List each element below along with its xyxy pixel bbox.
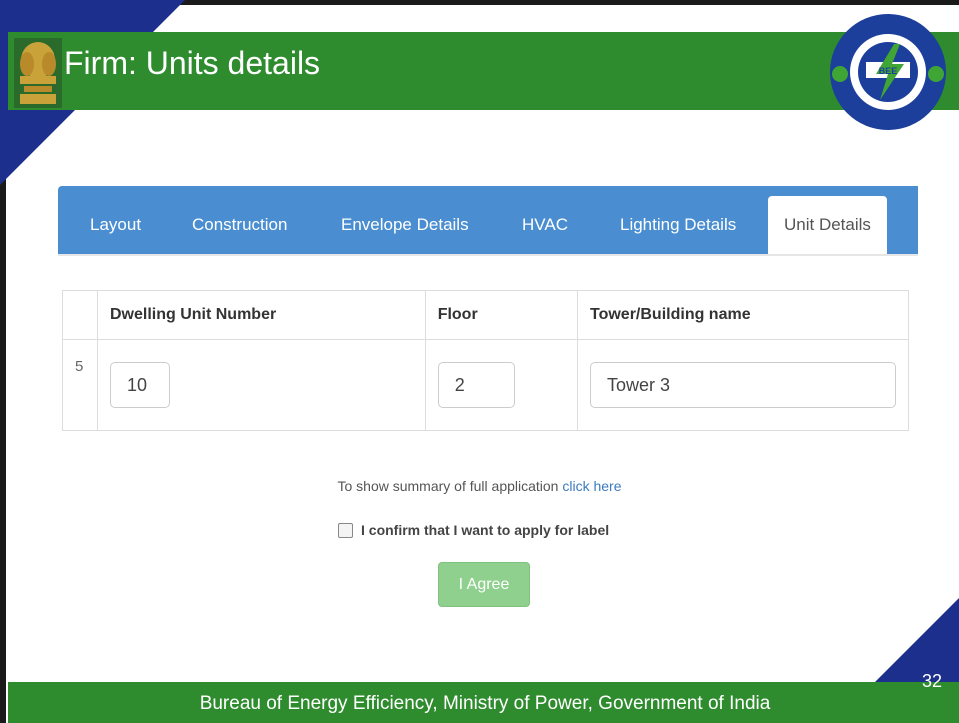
tab-unit-details[interactable]: Unit Details — [768, 196, 887, 254]
confirm-label: I confirm that I want to apply for label — [361, 522, 610, 538]
slide-footer-text: Bureau of Energy Efficiency, Ministry of… — [199, 693, 771, 714]
dwelling-unit-number-input[interactable] — [109, 362, 170, 408]
summary-text: To show summary of full application — [337, 478, 559, 494]
slide-title: Firm: Units details — [64, 45, 321, 81]
tower-building-name-input[interactable] — [590, 362, 896, 408]
floor-cell — [424, 339, 579, 431]
summary-line: To show summary of full application clic… — [0, 478, 959, 494]
dwelling-unit-cell — [96, 339, 426, 431]
table-row: 5 — [62, 339, 909, 431]
tab-envelope-details[interactable]: Envelope Details — [325, 196, 485, 254]
confirm-checkbox[interactable] — [338, 522, 353, 538]
tab-divider — [58, 254, 918, 256]
row-index: 5 — [62, 339, 98, 431]
tower-building-cell — [577, 339, 909, 431]
table-header-tower-building-name: Tower/Building name — [577, 290, 909, 340]
tab-layout[interactable]: Layout — [74, 196, 157, 254]
tab-hvac[interactable]: HVAC — [506, 196, 584, 254]
tab-strip: Layout Construction Envelope Details HVA… — [58, 186, 918, 254]
table-header-row: Dwelling Unit Number Floor Tower/Buildin… — [62, 290, 909, 340]
summary-link[interactable]: click here — [562, 478, 621, 494]
unit-details-table: Dwelling Unit Number Floor Tower/Buildin… — [62, 290, 909, 431]
bee-logo-icon: BEE — [830, 14, 946, 130]
table-header-dwelling-unit-number: Dwelling Unit Number — [96, 290, 426, 340]
slide-page-number: 32 — [922, 671, 943, 691]
tab-lighting-details[interactable]: Lighting Details — [604, 196, 752, 254]
confirm-row: I confirm that I want to apply for label — [338, 522, 609, 538]
bee-logo-letters: BEE — [879, 66, 898, 76]
table-header-floor: Floor — [424, 290, 579, 340]
agree-button[interactable]: I Agree — [438, 562, 530, 607]
table-header-index — [62, 290, 98, 340]
floor-input[interactable] — [437, 362, 515, 408]
tab-construction[interactable]: Construction — [176, 196, 303, 254]
national-emblem-icon — [14, 38, 62, 108]
